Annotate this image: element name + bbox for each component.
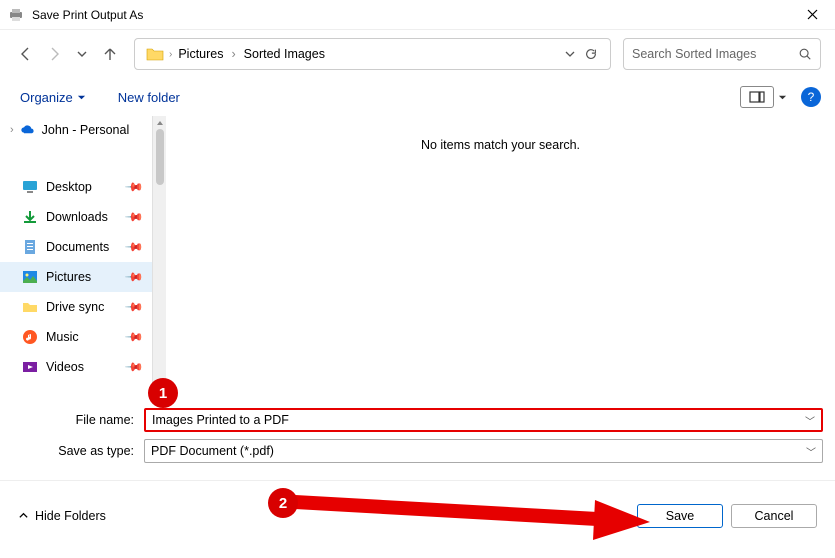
cancel-button[interactable]: Cancel: [731, 504, 817, 528]
music-icon: [22, 329, 38, 345]
desktop-icon: [22, 179, 38, 195]
annotation-arrow: [295, 490, 655, 540]
forward-button[interactable]: [42, 42, 66, 66]
sidebar-scrollbar[interactable]: [152, 116, 166, 402]
save-as-type-select[interactable]: PDF Document (*.pdf) ﹀: [144, 439, 823, 463]
view-icon: [749, 91, 765, 103]
sidebar-item-downloads[interactable]: Downloads 📌: [0, 202, 152, 232]
sidebar-item-label: Music: [46, 330, 79, 344]
pin-icon: 📌: [124, 177, 144, 197]
address-bar[interactable]: › Pictures› Sorted Images: [134, 38, 611, 70]
annotation-badge-1: 1: [148, 378, 178, 408]
app-icon: [8, 7, 24, 23]
close-icon: [807, 9, 818, 20]
sidebar-item-videos[interactable]: Videos 📌: [0, 352, 152, 382]
sidebar-item-label: Desktop: [46, 180, 92, 194]
form-area: File name: Images Printed to a PDF ﹀ Sav…: [0, 402, 835, 480]
pin-icon: 📌: [124, 237, 144, 257]
chevron-down-icon[interactable]: ﹀: [806, 444, 816, 459]
scroll-up-icon: [156, 119, 164, 127]
folder-icon: [22, 299, 38, 315]
search-placeholder: Search Sorted Images: [632, 47, 756, 61]
filename-input[interactable]: Images Printed to a PDF ﹀: [144, 408, 823, 432]
chevron-up-icon: [18, 510, 29, 521]
pin-icon: 📌: [124, 297, 144, 317]
hide-folders-button[interactable]: Hide Folders: [18, 509, 106, 523]
tree-root[interactable]: › John - Personal: [0, 118, 152, 146]
annotation-badge-2: 2: [268, 488, 298, 518]
nav-tree: › John - Personal Desktop 📌 Downloads 📌 …: [0, 116, 152, 402]
videos-icon: [22, 359, 38, 375]
filename-label: File name:: [12, 413, 144, 427]
onedrive-icon: [20, 122, 36, 138]
chevron-right-icon: ›: [167, 49, 174, 60]
toolbar: Organize New folder ?: [0, 78, 835, 116]
titlebar: Save Print Output As: [0, 0, 835, 30]
file-list: No items match your search.: [166, 116, 835, 402]
pin-icon: 📌: [124, 207, 144, 227]
sidebar-item-pictures[interactable]: Pictures 📌: [0, 262, 152, 292]
sidebar-item-drive-sync[interactable]: Drive sync 📌: [0, 292, 152, 322]
sidebar-item-music[interactable]: Music 📌: [0, 322, 152, 352]
scrollbar-thumb[interactable]: [156, 129, 164, 185]
window-title: Save Print Output As: [32, 8, 789, 22]
sidebar-item-label: Drive sync: [46, 300, 104, 314]
sidebar-item-label: Downloads: [46, 210, 108, 224]
sidebar-item-documents[interactable]: Documents 📌: [0, 232, 152, 262]
pin-icon: 📌: [124, 267, 144, 287]
sidebar-item-label: Videos: [46, 360, 84, 374]
breadcrumb-pictures[interactable]: Pictures›: [174, 47, 239, 61]
sidebar-item-label: Documents: [46, 240, 109, 254]
up-button[interactable]: [98, 42, 122, 66]
recent-dropdown[interactable]: [70, 42, 94, 66]
nav-row: › Pictures› Sorted Images Search Sorted …: [0, 30, 835, 78]
save-as-type-value: PDF Document (*.pdf): [151, 444, 274, 458]
refresh-icon[interactable]: [584, 47, 598, 61]
caret-down-icon: [77, 93, 86, 102]
help-icon: ?: [808, 90, 815, 104]
sidebar-item-desktop[interactable]: Desktop 📌: [0, 172, 152, 202]
save-as-type-label: Save as type:: [12, 444, 144, 458]
documents-icon: [22, 239, 38, 255]
back-button[interactable]: [14, 42, 38, 66]
view-mode-button[interactable]: [740, 86, 774, 108]
pin-icon: 📌: [124, 327, 144, 347]
tree-root-label: John - Personal: [42, 123, 130, 137]
chevron-down-icon[interactable]: [564, 48, 576, 60]
chevron-down-icon[interactable]: ﹀: [805, 413, 815, 428]
body: › John - Personal Desktop 📌 Downloads 📌 …: [0, 116, 835, 402]
new-folder-button[interactable]: New folder: [112, 86, 186, 109]
help-button[interactable]: ?: [801, 87, 821, 107]
breadcrumb-sorted-images[interactable]: Sorted Images: [240, 47, 329, 61]
search-icon: [798, 47, 812, 61]
chevron-right-icon: ›: [10, 124, 14, 136]
view-caret-icon[interactable]: [778, 93, 787, 102]
window-close-button[interactable]: [789, 0, 835, 30]
pictures-icon: [22, 269, 38, 285]
sidebar-item-label: Pictures: [46, 270, 91, 284]
downloads-icon: [22, 209, 38, 225]
search-input[interactable]: Search Sorted Images: [623, 38, 821, 70]
pin-icon: 📌: [124, 357, 144, 377]
organize-menu[interactable]: Organize: [14, 86, 92, 109]
empty-message: No items match your search.: [421, 138, 580, 402]
filename-value: Images Printed to a PDF: [152, 413, 289, 427]
folder-icon: [145, 44, 165, 64]
